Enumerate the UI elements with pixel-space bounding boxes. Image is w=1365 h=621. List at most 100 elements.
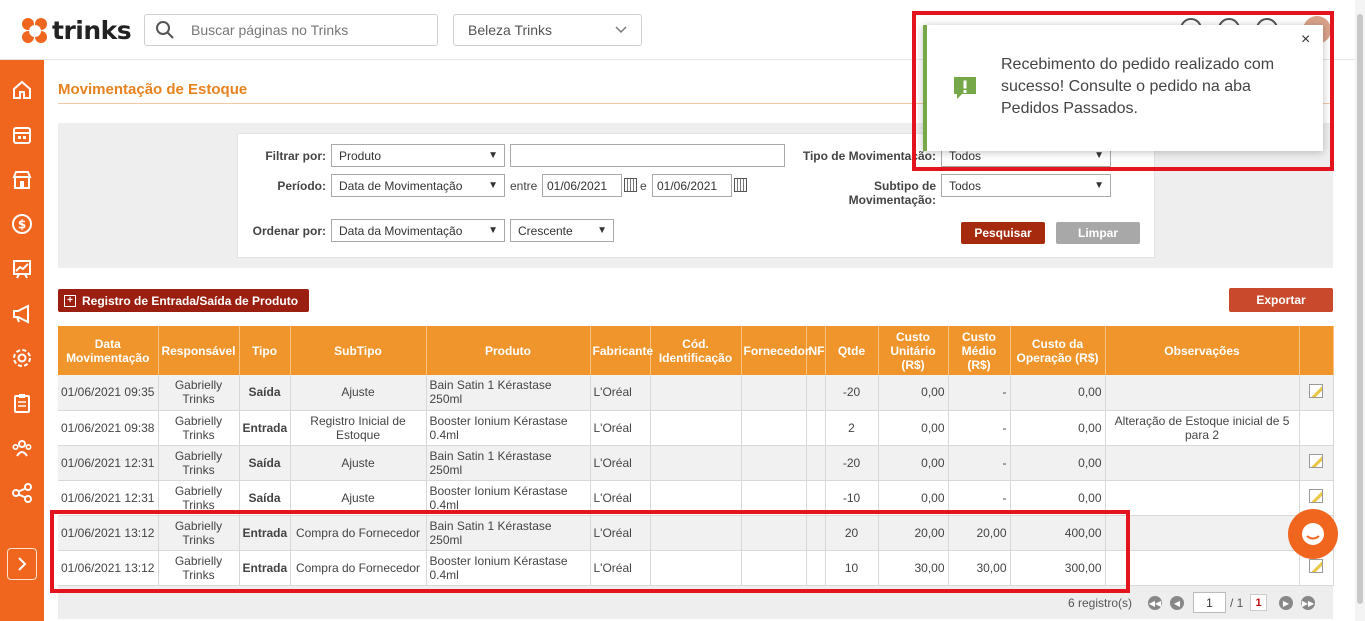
- calendar-icon[interactable]: [9, 122, 35, 148]
- filtrar-label: Filtrar por:: [265, 149, 326, 163]
- registro-entrada-saida-button[interactable]: + Registro de Entrada/Saída de Produto: [58, 289, 309, 312]
- cell-produto: Booster Ionium Kérastase 0.4ml: [426, 410, 591, 446]
- registro-button-label: Registro de Entrada/Saída de Produto: [82, 293, 299, 308]
- limpar-button[interactable]: Limpar: [1056, 222, 1140, 244]
- cell-custo-unitario: 0,00: [878, 375, 949, 411]
- cell-nf: [806, 445, 826, 481]
- cell-observacoes: [1105, 480, 1300, 516]
- logo-text: trinks: [52, 16, 132, 45]
- cell-qtde: -20: [825, 375, 879, 411]
- ordem-select[interactable]: Crescente ▼: [510, 219, 614, 242]
- table-row: 01/06/2021 12:31 Gabrielly Trinks Saída …: [58, 445, 1334, 481]
- filtrar-select-value: Produto: [339, 148, 382, 163]
- next-page-icon[interactable]: ▶: [1279, 596, 1293, 610]
- trinks-logo[interactable]: trinks: [22, 16, 132, 45]
- cell-fabricante: L'Oréal: [590, 410, 651, 446]
- cell-produto: Bain Satin 1 Kérastase 250ml: [426, 375, 591, 411]
- megaphone-icon[interactable]: [9, 301, 35, 327]
- cell-cod: [650, 375, 742, 411]
- edit-icon[interactable]: [1309, 559, 1323, 573]
- periodo-label: Período:: [277, 179, 326, 193]
- cell-custo-medio: -: [948, 375, 1011, 411]
- chat-button[interactable]: [1288, 509, 1338, 559]
- col-fabricante[interactable]: Fabricante: [590, 326, 653, 375]
- cell-observacoes: [1105, 375, 1300, 411]
- periodo-select[interactable]: Data de Movimentação ▼: [331, 174, 505, 197]
- table-row: 01/06/2021 09:38 Gabrielly Trinks Entrad…: [58, 410, 1334, 446]
- people-icon[interactable]: [9, 435, 35, 461]
- col-custo-unitario[interactable]: Custo Unitário (R$): [878, 326, 949, 375]
- cell-qtde: 2: [825, 410, 879, 446]
- col-qtde[interactable]: Qtde: [825, 326, 879, 375]
- cell-data: 01/06/2021 09:35: [58, 375, 159, 411]
- edit-icon[interactable]: [1309, 489, 1323, 503]
- search-icon: [145, 20, 185, 40]
- dollar-icon[interactable]: $: [9, 211, 35, 237]
- cell-actions: [1299, 410, 1334, 446]
- sidebar: $: [0, 60, 44, 621]
- rows-highlight: [50, 510, 1130, 593]
- e-label: e: [640, 179, 647, 193]
- ordenar-select[interactable]: Data da Movimentação ▼: [331, 219, 505, 242]
- clipboard-icon[interactable]: [9, 390, 35, 416]
- page-input[interactable]: 1: [1193, 592, 1226, 613]
- col-custo-medio[interactable]: Custo Médio (R$): [948, 326, 1011, 375]
- company-select[interactable]: Beleza Trinks: [453, 14, 642, 46]
- cell-custo-operacao: 0,00: [1010, 375, 1106, 411]
- cell-custo-operacao: 0,00: [1010, 445, 1106, 481]
- prev-page-icon[interactable]: ◀: [1170, 596, 1184, 610]
- cell-fornecedor: [741, 445, 807, 481]
- share-icon[interactable]: [9, 480, 35, 506]
- periodo-select-value: Data de Movimentação: [339, 178, 463, 193]
- subtipo-select-value: Todos: [949, 178, 982, 193]
- cell-data: 01/06/2021 12:31: [58, 445, 159, 481]
- col-subtipo[interactable]: SubTipo: [290, 326, 427, 375]
- page-total: / 1: [1230, 596, 1244, 610]
- subtipo-select[interactable]: Todos ▼: [941, 174, 1111, 197]
- cell-observacoes: Alteração de Estoque inicial de 5 para 2: [1105, 410, 1300, 446]
- filtrar-select[interactable]: Produto ▼: [331, 144, 505, 167]
- ordem-select-value: Crescente: [518, 223, 573, 238]
- search-box[interactable]: [144, 14, 438, 46]
- svg-text:$: $: [18, 218, 26, 232]
- cell-tipo: Saída: [239, 445, 291, 481]
- ordenar-label: Ordenar por:: [252, 224, 326, 238]
- date-to-input[interactable]: 01/06/2021: [652, 174, 732, 197]
- col-fornecedor[interactable]: Fornecedor: [741, 326, 810, 375]
- cell-cod: [650, 445, 742, 481]
- col-nf[interactable]: NF: [806, 326, 826, 375]
- search-input[interactable]: [191, 22, 421, 38]
- col-cod[interactable]: Cód. Identificação: [650, 326, 742, 375]
- gear-icon[interactable]: [9, 345, 35, 371]
- col-observacoes[interactable]: Observações: [1105, 326, 1300, 375]
- sidebar-expand-button[interactable]: [7, 548, 37, 580]
- calendar-icon[interactable]: [734, 178, 747, 192]
- last-page-icon[interactable]: ▶▶: [1301, 596, 1315, 610]
- filtrar-text-input[interactable]: [510, 144, 785, 167]
- page-title: Movimentação de Estoque: [58, 81, 248, 98]
- cell-responsavel: Gabrielly Trinks: [158, 375, 240, 411]
- chart-icon[interactable]: [9, 256, 35, 282]
- edit-icon[interactable]: [1309, 383, 1323, 398]
- cell-observacoes: [1105, 550, 1300, 586]
- cell-data: 01/06/2021 09:38: [58, 410, 159, 446]
- store-icon[interactable]: [9, 167, 35, 193]
- current-page[interactable]: 1: [1250, 594, 1267, 611]
- date-from-input[interactable]: 01/06/2021: [542, 174, 622, 197]
- home-icon[interactable]: [9, 77, 35, 103]
- col-produto[interactable]: Produto: [426, 326, 591, 375]
- first-page-icon[interactable]: ◀◀: [1148, 596, 1162, 610]
- record-count: 6 registro(s): [1068, 596, 1133, 610]
- pesquisar-button[interactable]: Pesquisar: [961, 222, 1045, 244]
- col-tipo[interactable]: Tipo: [239, 326, 291, 375]
- toast-highlight: [912, 11, 1334, 171]
- cell-custo-unitario: 0,00: [878, 410, 949, 446]
- exportar-button[interactable]: Exportar: [1229, 288, 1333, 312]
- edit-icon[interactable]: [1309, 454, 1323, 468]
- cell-custo-operacao: 0,00: [1010, 410, 1106, 446]
- scrollbar-thumb[interactable]: [1357, 14, 1363, 604]
- col-custo-operacao[interactable]: Custo da Operação (R$): [1010, 326, 1106, 375]
- col-data[interactable]: Data Movimentação: [58, 326, 159, 375]
- col-responsavel[interactable]: Responsável: [158, 326, 240, 375]
- calendar-icon[interactable]: [624, 178, 637, 192]
